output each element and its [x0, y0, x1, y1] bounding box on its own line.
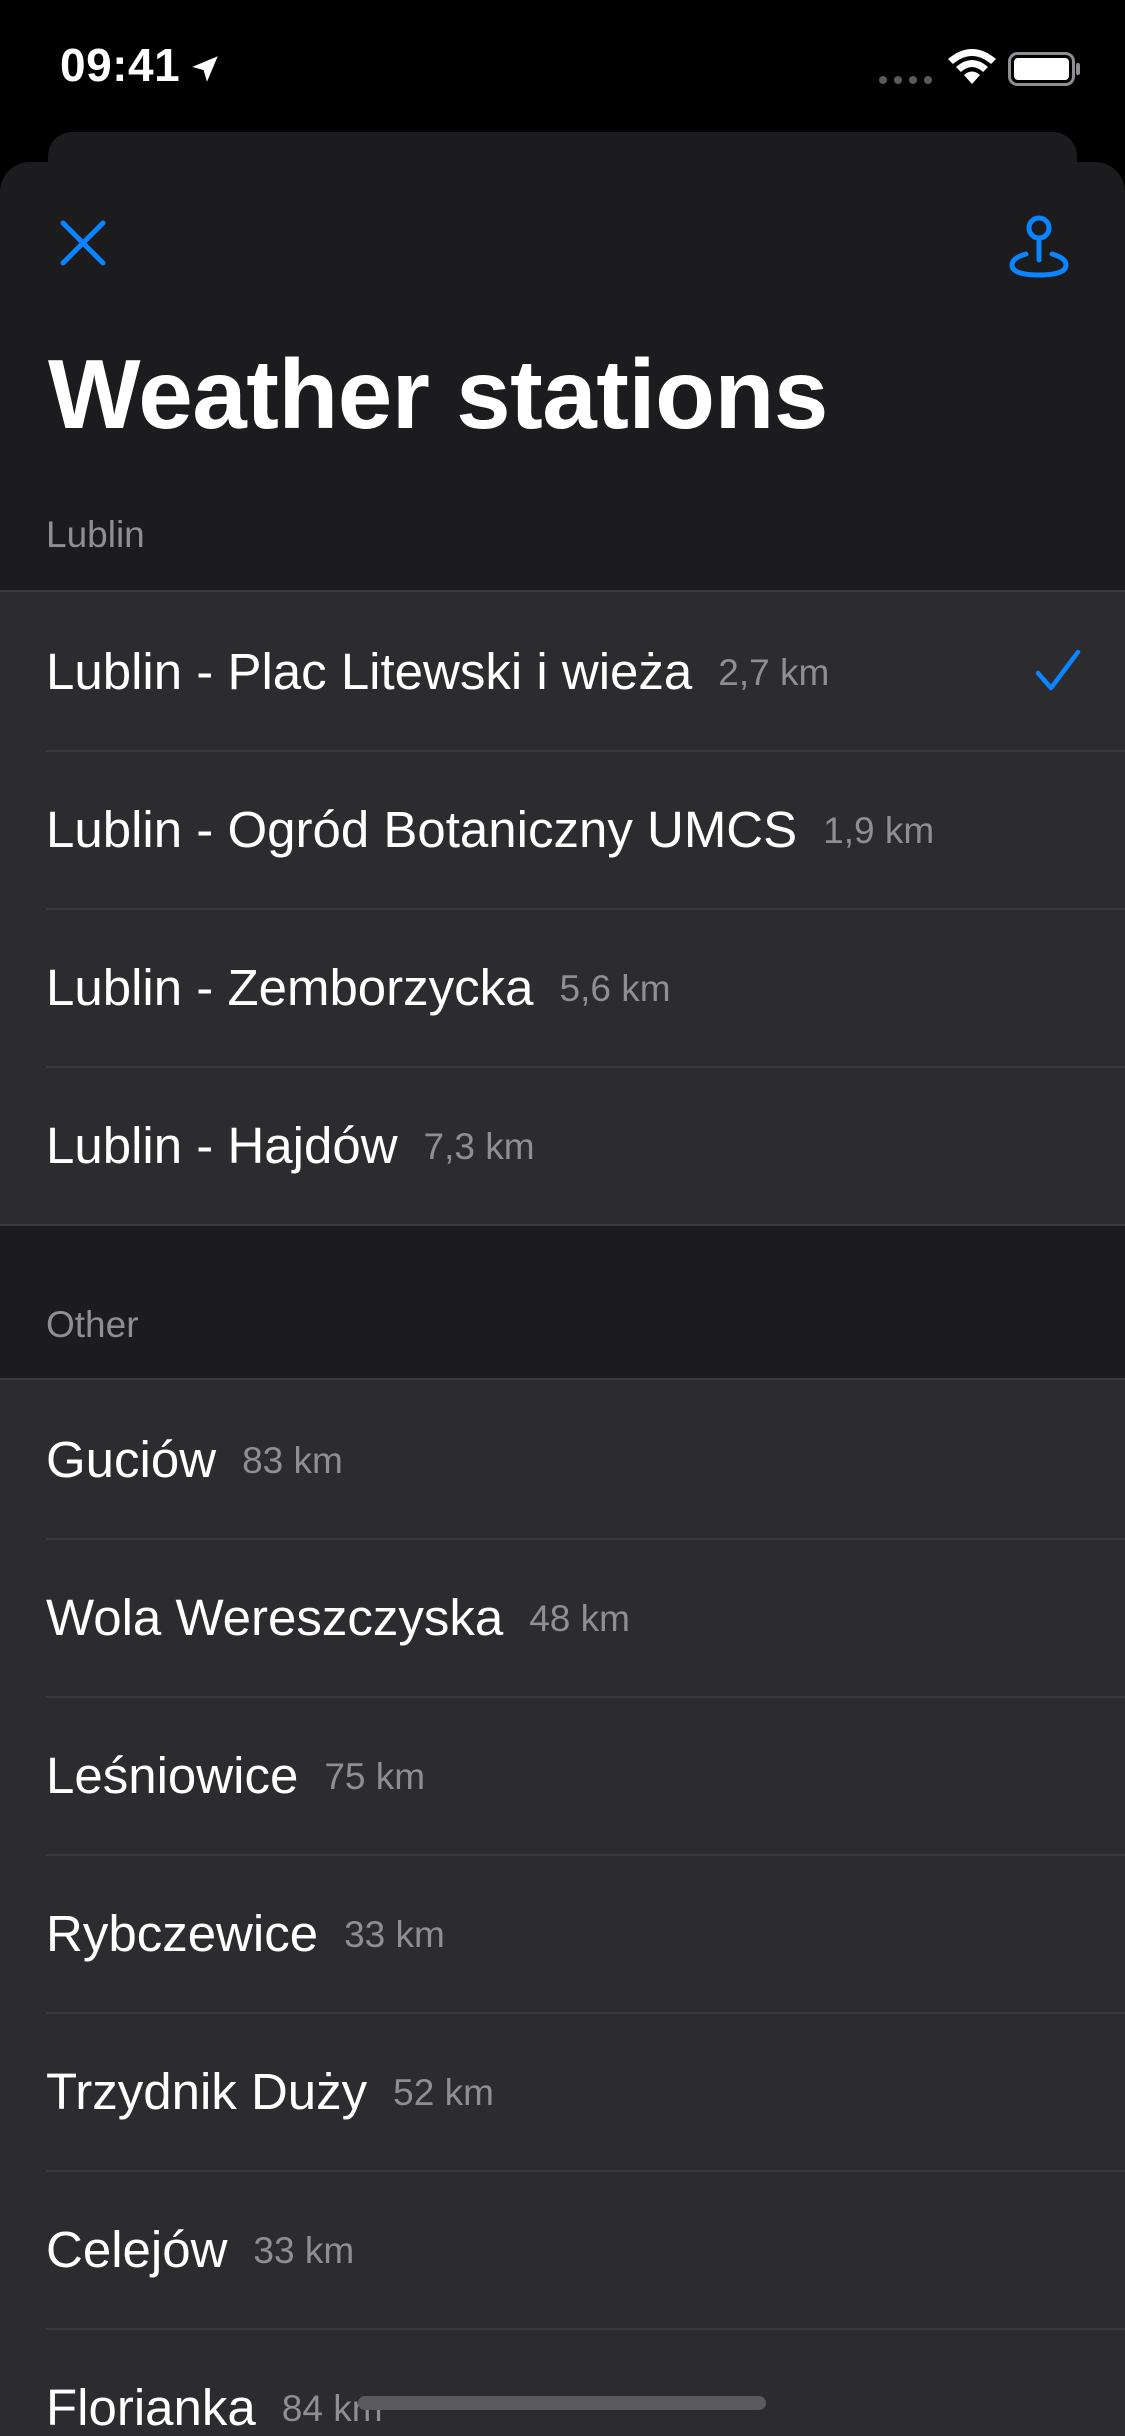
station-name: Wola Wereszczyska: [46, 1588, 504, 1646]
section-header-lublin: Lublin: [46, 514, 145, 555]
station-row[interactable]: Celejów 33 km: [0, 2170, 1125, 2328]
station-distance: 48 km: [529, 1598, 630, 1639]
station-row[interactable]: Florianka 84 km: [0, 2328, 1125, 2436]
station-row[interactable]: Trzydnik Duży 52 km: [0, 2012, 1125, 2170]
station-distance: 1,9 km: [823, 810, 935, 851]
station-distance: 2,7 km: [718, 652, 830, 693]
close-icon[interactable]: [58, 218, 108, 268]
station-name: Guciów: [46, 1430, 217, 1488]
station-distance: 75 km: [324, 1756, 426, 1797]
lublin-station-list: Lublin - Plac Litewski i wieża 2,7 km Lu…: [0, 590, 1125, 1226]
station-name: Leśniowice: [46, 1746, 299, 1804]
cellular-signal-icon: [879, 76, 932, 84]
status-bar: 09:41: [0, 0, 1125, 140]
battery-icon: [1008, 52, 1080, 86]
station-row[interactable]: Wola Wereszczyska 48 km: [0, 1538, 1125, 1696]
station-name: Trzydnik Duży: [46, 2062, 368, 2120]
station-name: Lublin - Zemborzycka: [46, 958, 534, 1016]
station-row[interactable]: Lublin - Zemborzycka 5,6 km: [0, 908, 1125, 1066]
station-row[interactable]: Lublin - Hajdów 7,3 km: [0, 1066, 1125, 1224]
station-distance: 83 km: [242, 1440, 343, 1481]
station-distance: 5,6 km: [559, 968, 671, 1009]
station-row[interactable]: Leśniowice 75 km: [0, 1696, 1125, 1854]
station-name: Lublin - Ogród Botaniczny UMCS: [46, 800, 798, 858]
station-name: Celejów: [46, 2220, 228, 2278]
section-header-other: Other: [46, 1304, 139, 1345]
station-distance: 7,3 km: [423, 1126, 535, 1167]
checkmark-icon: [1035, 649, 1081, 691]
home-indicator[interactable]: [358, 2396, 766, 2410]
stations-sheet: Weather stations Lublin Lublin - Plac Li…: [0, 162, 1125, 2436]
station-distance: 33 km: [253, 2230, 355, 2271]
station-distance: 33 km: [344, 1914, 445, 1955]
station-row[interactable]: Lublin - Plac Litewski i wieża 2,7 km: [0, 592, 1125, 750]
location-arrow-icon: [192, 56, 218, 82]
station-row[interactable]: Guciów 83 km: [0, 1380, 1125, 1538]
station-name: Lublin - Plac Litewski i wieża: [46, 642, 693, 700]
station-name: Rybczewice: [46, 1904, 319, 1962]
other-station-list: Guciów 83 km Wola Wereszczyska 48 km Leś…: [0, 1378, 1125, 2436]
station-distance: 52 km: [393, 2072, 494, 2113]
wifi-icon: [948, 49, 996, 84]
station-name: Lublin - Hajdów: [46, 1116, 398, 1174]
station-name: Florianka: [46, 2378, 256, 2436]
station-row[interactable]: Rybczewice 33 km: [0, 1854, 1125, 2012]
status-time: 09:41: [60, 39, 181, 91]
location-pin-icon[interactable]: [1008, 214, 1070, 278]
station-row[interactable]: Lublin - Ogród Botaniczny UMCS 1,9 km: [0, 750, 1125, 908]
page-title: Weather stations: [48, 339, 828, 449]
